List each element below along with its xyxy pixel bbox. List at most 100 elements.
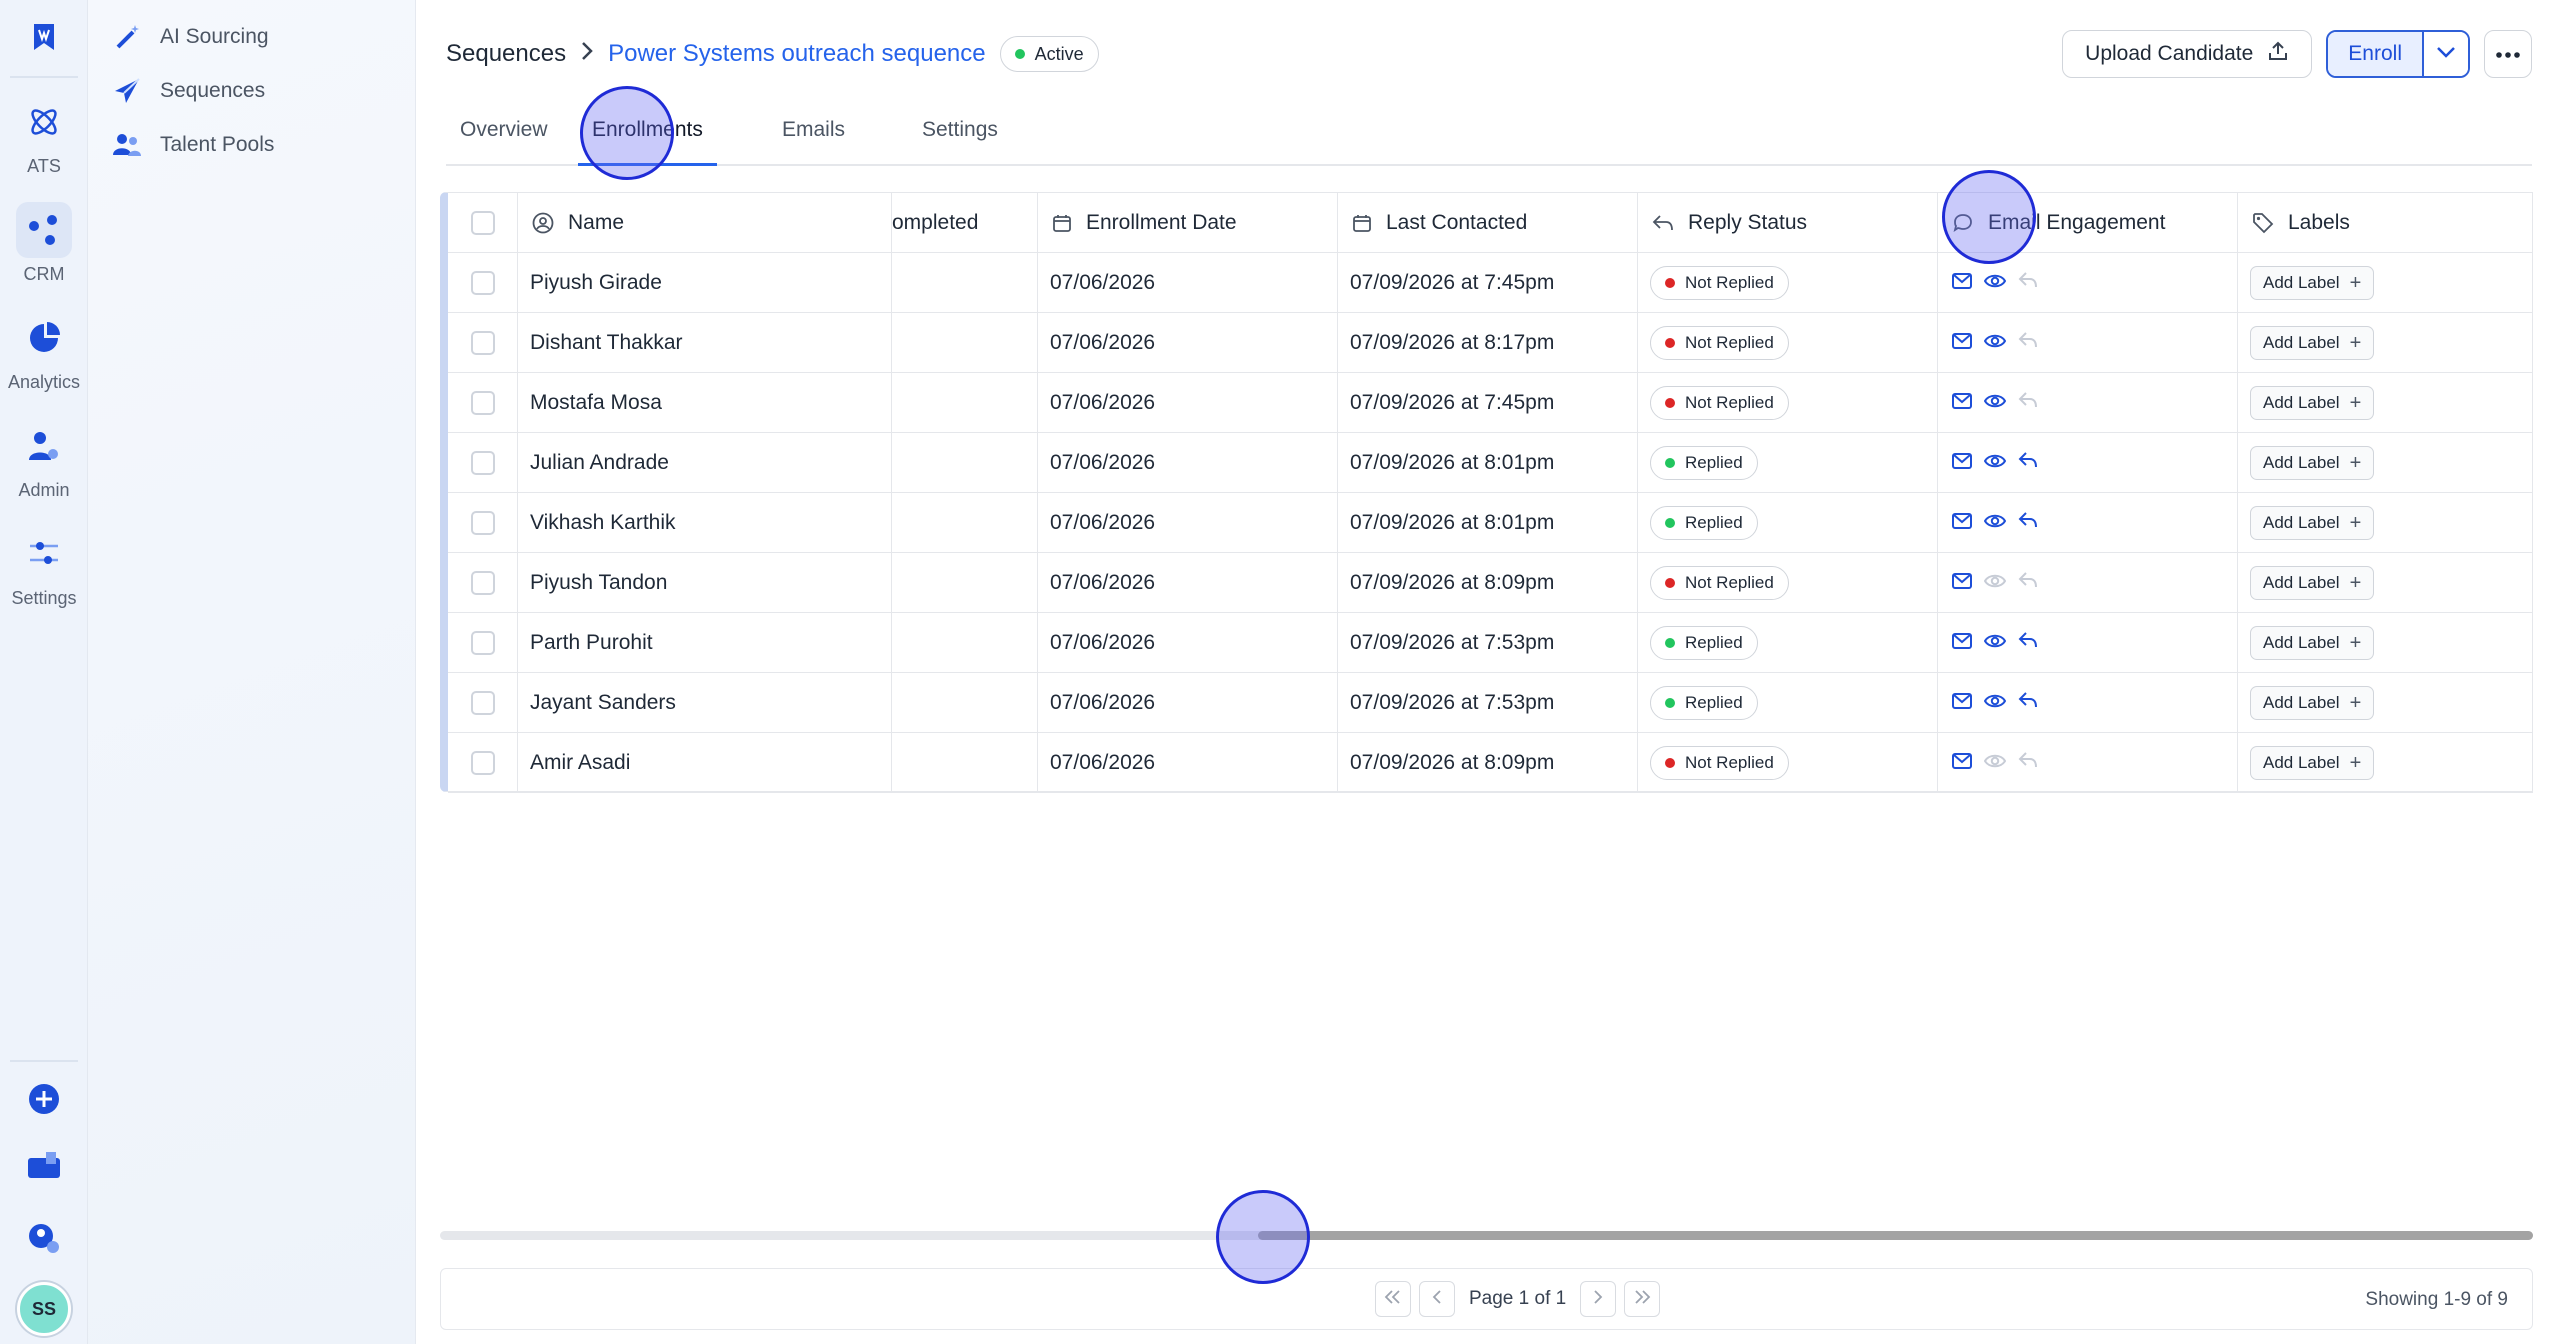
first-page-button[interactable]	[1375, 1281, 1411, 1317]
envelope-icon[interactable]	[1952, 331, 1984, 355]
envelope-icon[interactable]	[1952, 511, 1984, 535]
reply-icon[interactable]	[2018, 691, 2050, 715]
table-row[interactable]: Piyush Girade 07/06/2026 07/09/2026 at 7…	[448, 253, 2533, 313]
envelope-icon[interactable]	[1952, 571, 1984, 595]
column-header-reply-status[interactable]: Reply Status	[1638, 193, 1938, 253]
add-label-button[interactable]: Add Label +	[2250, 506, 2375, 540]
rail-item-ats[interactable]: ATS	[0, 94, 88, 177]
next-page-button[interactable]	[1580, 1281, 1617, 1317]
row-checkbox[interactable]	[470, 271, 495, 295]
rail-item-analytics[interactable]: Analytics	[0, 310, 88, 393]
eye-icon[interactable]	[1983, 391, 2018, 415]
reply-icon[interactable]	[2018, 391, 2050, 415]
row-checkbox[interactable]	[470, 451, 495, 475]
subnav-item-ai-sourcing[interactable]: AI Sourcing	[110, 16, 269, 58]
email-engagement-cell	[1938, 433, 2238, 493]
candidate-name[interactable]: Piyush Tandon	[518, 553, 892, 613]
row-checkbox[interactable]	[470, 511, 495, 535]
add-label-button[interactable]: Add Label +	[2250, 266, 2375, 300]
table-row[interactable]: Julian Andrade 07/06/2026 07/09/2026 at …	[448, 433, 2533, 493]
previous-page-button[interactable]	[1419, 1281, 1455, 1317]
add-label-button[interactable]: Add Label +	[2250, 386, 2375, 420]
mailbox-icon[interactable]	[0, 1150, 88, 1180]
envelope-icon[interactable]	[1952, 691, 1984, 715]
row-checkbox[interactable]	[470, 571, 495, 595]
add-label-button[interactable]: Add Label +	[2250, 326, 2375, 360]
envelope-icon[interactable]	[1952, 391, 1984, 415]
eye-icon[interactable]	[1983, 751, 2018, 775]
add-label-button[interactable]: Add Label +	[2250, 566, 2375, 600]
envelope-icon[interactable]	[1952, 631, 1984, 655]
add-label-button[interactable]: Add Label +	[2250, 686, 2375, 720]
row-checkbox[interactable]	[470, 331, 495, 355]
last-page-button[interactable]	[1624, 1281, 1661, 1317]
enroll-dropdown-button[interactable]	[2422, 32, 2468, 76]
scrollbar-thumb[interactable]	[1258, 1231, 2533, 1240]
tab-overview[interactable]: Overview	[446, 118, 562, 166]
subnav-item-talent-pools[interactable]: Talent Pools	[110, 124, 274, 166]
candidate-name[interactable]: Mostafa Mosa	[518, 373, 892, 433]
reply-icon[interactable]	[2018, 571, 2050, 595]
envelope-icon[interactable]	[1952, 271, 1984, 295]
column-header-last-contacted[interactable]: Last Contacted	[1338, 193, 1638, 253]
candidate-name[interactable]: Julian Andrade	[518, 433, 892, 493]
enroll-button[interactable]: Enroll	[2328, 32, 2422, 76]
eye-icon[interactable]	[1983, 631, 2018, 655]
reply-icon[interactable]	[2018, 451, 2050, 475]
add-label-button[interactable]: Add Label +	[2250, 626, 2375, 660]
tab-emails[interactable]: Emails	[768, 118, 859, 166]
table-row[interactable]: Piyush Tandon 07/06/2026 07/09/2026 at 8…	[448, 553, 2533, 613]
candidate-name[interactable]: Amir Asadi	[518, 733, 892, 793]
row-checkbox[interactable]	[470, 751, 495, 775]
table-row[interactable]: Amir Asadi 07/06/2026 07/09/2026 at 8:09…	[448, 733, 2533, 793]
tab-settings[interactable]: Settings	[908, 118, 1012, 166]
reply-icon[interactable]	[2018, 511, 2050, 535]
user-settings-icon[interactable]	[0, 1222, 88, 1256]
rail-item-admin[interactable]: Admin	[0, 418, 88, 501]
avatar[interactable]: SS	[17, 1282, 71, 1336]
candidate-name[interactable]: Dishant Thakkar	[518, 313, 892, 373]
eye-icon[interactable]	[1983, 451, 2018, 475]
reply-icon[interactable]	[2018, 331, 2050, 355]
row-checkbox[interactable]	[470, 631, 495, 655]
eye-icon[interactable]	[1983, 691, 2018, 715]
add-icon[interactable]	[0, 1082, 88, 1116]
reply-icon[interactable]	[2018, 271, 2050, 295]
horizontal-scrollbar[interactable]	[440, 1231, 2533, 1240]
eye-icon[interactable]	[1983, 571, 2018, 595]
eye-icon[interactable]	[1983, 511, 2018, 535]
table-row[interactable]: Parth Purohit 07/06/2026 07/09/2026 at 7…	[448, 613, 2533, 673]
table-row[interactable]: Jayant Sanders 07/06/2026 07/09/2026 at …	[448, 673, 2533, 733]
rail-item-crm[interactable]: CRM	[0, 202, 88, 285]
table-row[interactable]: Vikhash Karthik 07/06/2026 07/09/2026 at…	[448, 493, 2533, 553]
column-header-enrollment-date[interactable]: Enrollment Date	[1038, 193, 1338, 253]
select-all-checkbox[interactable]	[470, 211, 495, 235]
column-header-completed[interactable]: ompleted	[892, 193, 1038, 253]
envelope-icon[interactable]	[1952, 451, 1984, 475]
eye-icon[interactable]	[1983, 331, 2018, 355]
envelope-icon[interactable]	[1952, 751, 1984, 775]
row-checkbox[interactable]	[470, 691, 495, 715]
more-options-button[interactable]	[2484, 30, 2532, 78]
reply-status-text: Not Replied	[1685, 753, 1774, 772]
user-circle-icon	[532, 212, 554, 234]
column-header-name[interactable]: Name	[518, 193, 892, 253]
rail-item-settings[interactable]: Settings	[0, 526, 88, 609]
reply-icon[interactable]	[2018, 751, 2050, 775]
eye-icon[interactable]	[1983, 271, 2018, 295]
candidate-name[interactable]: Parth Purohit	[518, 613, 892, 673]
table-row[interactable]: Dishant Thakkar 07/06/2026 07/09/2026 at…	[448, 313, 2533, 373]
candidate-name[interactable]: Piyush Girade	[518, 253, 892, 313]
breadcrumb-sequences[interactable]: Sequences	[446, 40, 566, 68]
candidate-name[interactable]: Vikhash Karthik	[518, 493, 892, 553]
add-label-button[interactable]: Add Label +	[2250, 446, 2375, 480]
row-checkbox[interactable]	[470, 391, 495, 415]
add-label-button[interactable]: Add Label +	[2250, 746, 2375, 780]
column-header-labels[interactable]: Labels	[2238, 193, 2533, 253]
reply-icon[interactable]	[2018, 631, 2050, 655]
table-row[interactable]: Mostafa Mosa 07/06/2026 07/09/2026 at 7:…	[448, 373, 2533, 433]
upload-candidate-button[interactable]: Upload Candidate	[2062, 30, 2313, 78]
candidate-name[interactable]: Jayant Sanders	[518, 673, 892, 733]
subnav-item-sequences[interactable]: Sequences	[110, 70, 265, 112]
app-logo-icon[interactable]	[24, 18, 64, 58]
